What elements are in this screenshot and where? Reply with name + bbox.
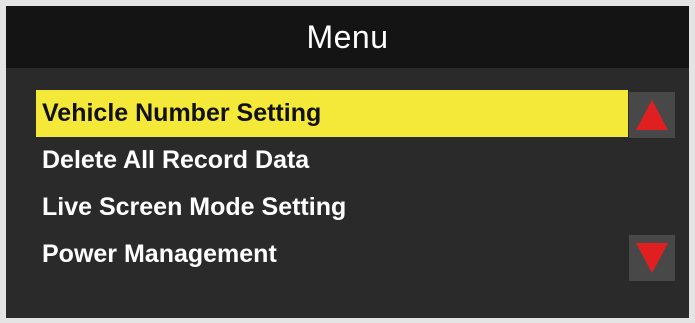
menu-item-power-management[interactable]: Power Management bbox=[36, 231, 628, 278]
triangle-down-icon bbox=[636, 243, 668, 273]
menu-item-live-screen-mode-setting[interactable]: Live Screen Mode Setting bbox=[36, 184, 628, 231]
menu-screen: Menu Vehicle Number Setting Delete All R… bbox=[6, 6, 689, 318]
menu-item-vehicle-number-setting[interactable]: Vehicle Number Setting bbox=[36, 90, 628, 137]
header-bar: Menu bbox=[6, 6, 689, 68]
menu-list: Vehicle Number Setting Delete All Record… bbox=[36, 90, 628, 278]
triangle-up-icon bbox=[636, 100, 668, 130]
scroll-up-button[interactable] bbox=[629, 92, 675, 138]
scroll-down-button[interactable] bbox=[629, 235, 675, 281]
menu-title: Menu bbox=[306, 18, 389, 55]
menu-item-delete-all-record-data[interactable]: Delete All Record Data bbox=[36, 137, 628, 184]
